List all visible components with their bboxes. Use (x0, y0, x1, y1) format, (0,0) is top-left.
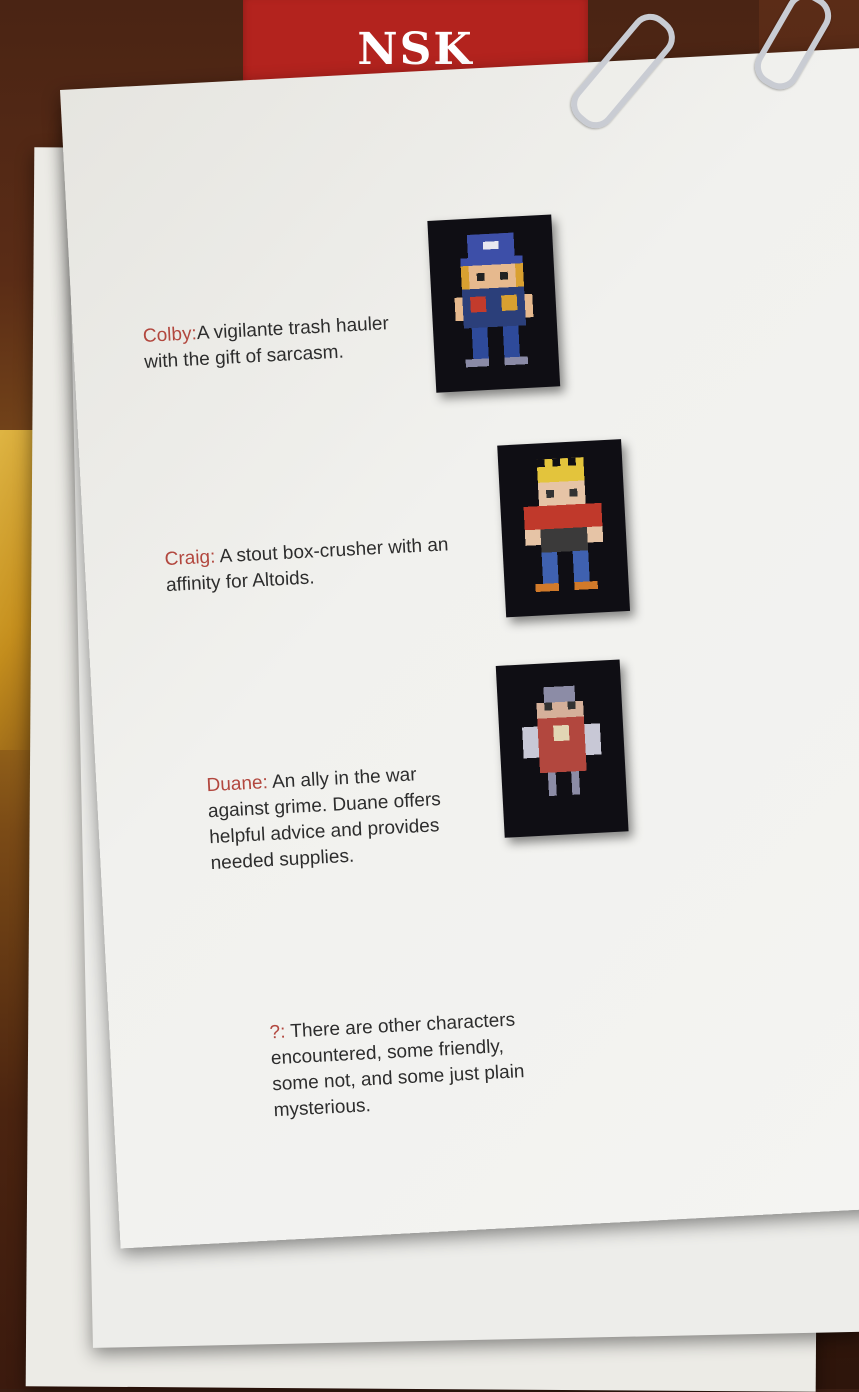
character-entry-colby: Colby:A vigilante trash hauler with the … (142, 310, 404, 376)
character-name: Duane: (206, 772, 269, 797)
character-name: ?: (269, 1021, 287, 1044)
character-name: Craig: (164, 546, 216, 571)
portrait-craig (497, 439, 631, 618)
character-entry-craig: Craig: A stout box-crusher with an affin… (164, 531, 466, 599)
colby-sprite-icon (454, 232, 534, 368)
craig-sprite-icon (523, 457, 604, 593)
character-name: Colby: (142, 323, 198, 347)
character-entry-mystery: ?: There are other characters encountere… (269, 1006, 544, 1124)
character-entry-duane: Duane: An ally in the war against grime.… (206, 760, 471, 877)
portrait-colby (427, 214, 561, 393)
portrait-duane (495, 659, 629, 838)
duane-sprite-icon (522, 685, 602, 797)
character-sheet: Colby:A vigilante trash hauler with the … (60, 47, 859, 1249)
character-description: There are other characters encountered, … (270, 1009, 525, 1122)
